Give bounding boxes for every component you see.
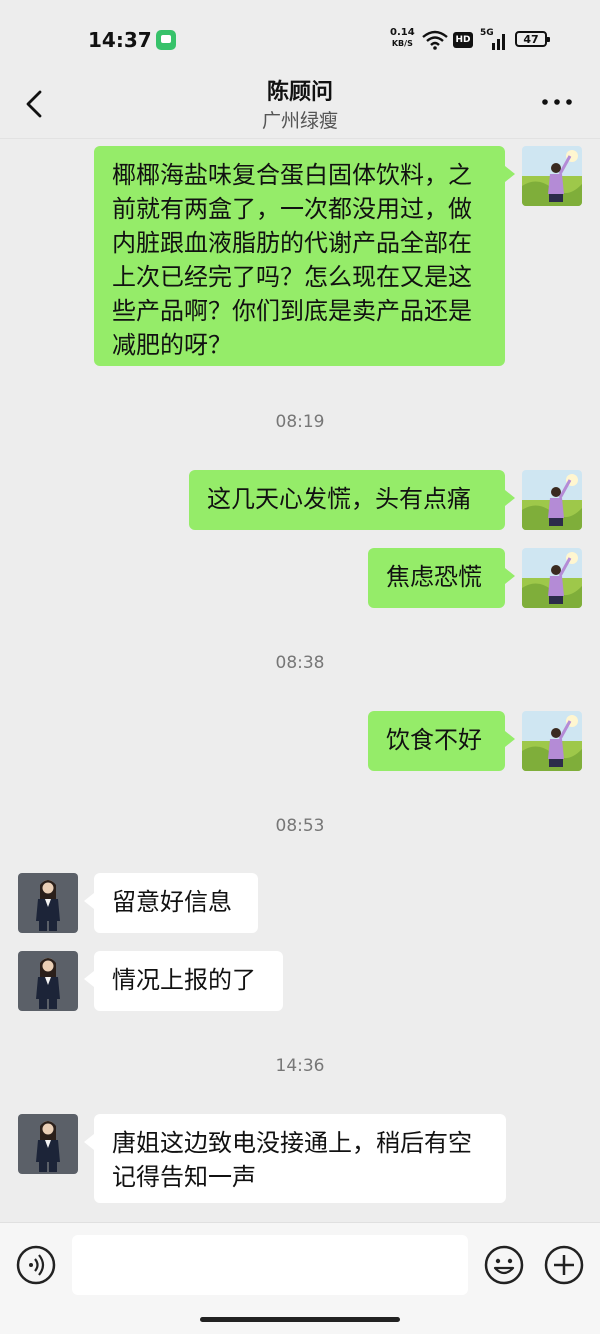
battery-icon: 47 [515,31,550,47]
network-speed-unit: KB/S [391,39,413,48]
plus-icon[interactable] [544,1245,584,1285]
contact-avatar[interactable] [18,951,78,1011]
input-bar [0,1222,600,1334]
timestamp: 08:38 [275,653,325,673]
more-dots-icon[interactable] [540,90,574,114]
message-text: 这几天心发慌，头有点痛 [207,485,471,513]
chat-title: 陈顾问 [266,80,333,105]
chat-subtitle: 广州绿瘦 [261,110,338,132]
voice-icon[interactable] [16,1245,56,1285]
message-text: 留意好信息 [112,888,232,916]
message-input[interactable] [72,1235,468,1295]
contact-avatar[interactable] [18,873,78,933]
hd-icon: HD [453,32,473,48]
wifi-icon [422,30,448,50]
network-type-label: 5G [480,28,494,38]
timestamp: 14:36 [275,1056,325,1076]
message-bubble-sent[interactable]: 椰椰海盐味复合蛋白固体饮料，之前就有两盒了，一次都没用过，做内脏跟血液脂肪的代谢… [94,146,515,366]
message-bubble-sent[interactable]: 这几天心发慌，头有点痛 [189,470,515,530]
message-text: 唐姐这边致电没接通上，稍后有空记得告知一声 [112,1129,472,1191]
message-text: 饮食不好 [386,726,482,754]
signal-5g-icon: 5G [480,28,508,50]
my-avatar[interactable] [522,146,582,206]
app-notification-icon [156,30,176,50]
timestamp: 08:53 [275,816,325,836]
network-speed: 0.14 KB/S [390,27,415,49]
message-bubble-sent[interactable]: 焦虑恐慌 [368,548,515,608]
status-time: 14:37 [88,28,152,52]
message-text: 椰椰海盐味复合蛋白固体饮料，之前就有两盒了，一次都没用过，做内脏跟血液脂肪的代谢… [112,161,472,359]
my-avatar[interactable] [522,548,582,608]
timestamp: 08:19 [275,412,325,432]
contact-avatar[interactable] [18,1114,78,1174]
network-speed-value: 0.14 [390,27,415,38]
my-avatar[interactable] [522,470,582,530]
message-bubble-received[interactable]: 唐姐这边致电没接通上，稍后有空记得告知一声 [84,1114,506,1203]
emoji-icon[interactable] [484,1245,524,1285]
message-bubble-received[interactable]: 情况上报的了 [84,951,283,1011]
message-text: 焦虑恐慌 [386,563,482,591]
message-bubble-received[interactable]: 留意好信息 [84,873,258,933]
home-indicator[interactable] [200,1317,400,1322]
status-bar: 14:37 0.14 KB/S HD 5G 47 [0,0,600,70]
chat-header: 陈顾问 广州绿瘦 [0,70,600,139]
message-text: 情况上报的了 [112,966,256,994]
message-bubble-sent[interactable]: 饮食不好 [368,711,515,771]
my-avatar[interactable] [522,711,582,771]
